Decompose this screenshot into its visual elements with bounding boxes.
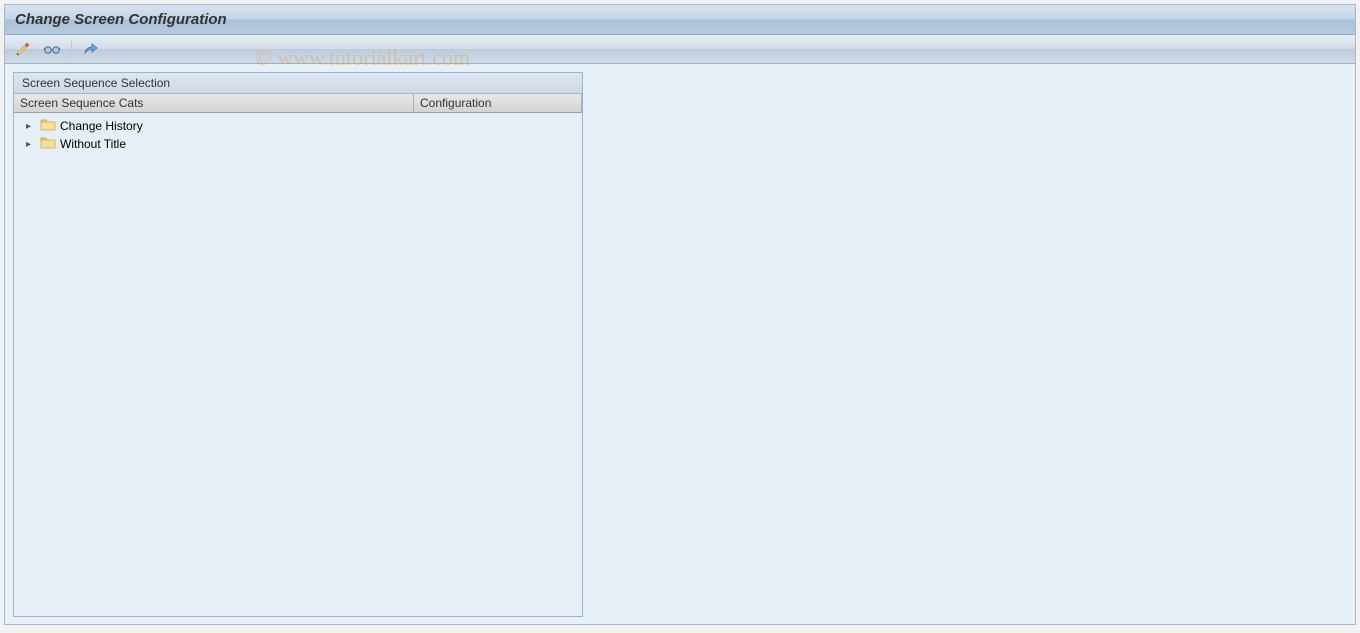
toolbar-expand-button[interactable] <box>80 39 102 59</box>
table-header: Screen Sequence Cats Configuration <box>14 94 582 113</box>
column-header-cats[interactable]: Screen Sequence Cats <box>14 94 414 112</box>
tree-row-change-history[interactable]: ▸ Change History <box>14 117 582 135</box>
folder-icon <box>40 136 56 152</box>
panel-title: Screen Sequence Selection <box>22 76 170 90</box>
tree-item-label: Without Title <box>60 137 126 151</box>
pencil-edit-icon <box>15 41 33 57</box>
chevron-right-icon[interactable]: ▸ <box>26 139 36 150</box>
column-header-config[interactable]: Configuration <box>414 94 582 112</box>
glasses-display-icon <box>43 41 61 57</box>
toolbar <box>5 35 1355 64</box>
toolbar-display-button[interactable] <box>41 39 63 59</box>
toolbar-edit-button[interactable] <box>13 39 35 59</box>
toolbar-divider <box>71 40 72 58</box>
tree-row-without-title[interactable]: ▸ Without Title <box>14 135 582 153</box>
app-window: Change Screen Configuration <box>4 4 1356 625</box>
tree-body: ▸ Change History ▸ <box>14 113 582 157</box>
folder-icon <box>40 118 56 134</box>
expand-icon <box>82 41 100 57</box>
tree-item-label: Change History <box>60 119 143 133</box>
content-area: Screen Sequence Selection Screen Sequenc… <box>5 64 1355 625</box>
panel-header: Screen Sequence Selection <box>14 73 582 94</box>
selection-panel: Screen Sequence Selection Screen Sequenc… <box>13 72 583 617</box>
chevron-right-icon[interactable]: ▸ <box>26 121 36 132</box>
page-title: Change Screen Configuration <box>15 11 227 28</box>
title-bar: Change Screen Configuration <box>5 5 1355 35</box>
